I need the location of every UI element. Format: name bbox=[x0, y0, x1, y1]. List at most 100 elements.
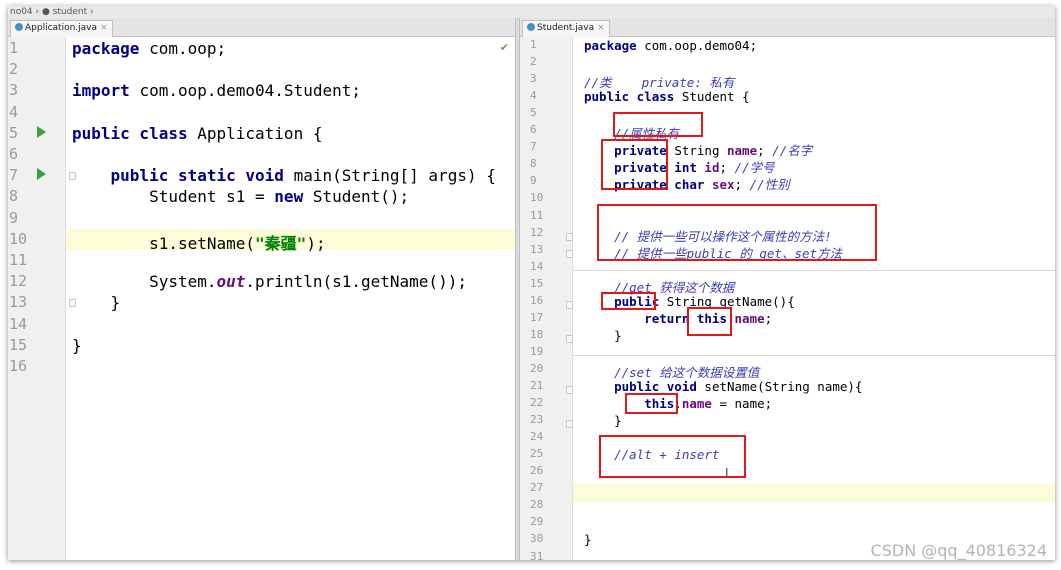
code-line[interactable]: public void setName(String name){ bbox=[584, 379, 862, 394]
fold-marker-icon[interactable] bbox=[566, 301, 573, 309]
line-number: 15 bbox=[9, 335, 28, 354]
code-token: import bbox=[72, 81, 140, 101]
code-token: setName(String name){ bbox=[704, 379, 863, 394]
line-number: 22 bbox=[530, 396, 544, 410]
method-separator bbox=[572, 355, 1055, 356]
code-token: com.oop.demo04; bbox=[644, 38, 758, 53]
line-number: 6 bbox=[530, 123, 537, 137]
line-number: 13 bbox=[9, 293, 28, 312]
line-number: 7 bbox=[530, 140, 537, 154]
fold-marker-icon[interactable] bbox=[566, 335, 573, 343]
code-token: public class bbox=[584, 89, 682, 105]
annotation-box-public-getter bbox=[601, 292, 656, 310]
line-number: 4 bbox=[9, 102, 19, 121]
breadcrumb[interactable]: no04 › ● student › bbox=[8, 6, 1055, 18]
line-number: 4 bbox=[530, 89, 537, 103]
code-line[interactable]: package com.oop; bbox=[72, 39, 226, 58]
annotation-box-methods-comment bbox=[597, 204, 877, 261]
line-number: 20 bbox=[530, 361, 544, 375]
code-token: } bbox=[584, 413, 622, 429]
line-number: 7 bbox=[9, 166, 19, 185]
code-token: package bbox=[72, 39, 150, 58]
line-number: 6 bbox=[9, 145, 19, 163]
code-token: //名字 bbox=[772, 143, 813, 159]
code-token: main(String[] args) { bbox=[293, 166, 496, 186]
code-line[interactable]: return this.name; bbox=[584, 311, 772, 326]
code-token: package bbox=[584, 38, 645, 53]
line-number: 11 bbox=[9, 251, 28, 269]
fold-marker-icon[interactable] bbox=[566, 233, 573, 241]
code-token: public static void bbox=[72, 166, 294, 186]
code-token: .println(s1.getName()); bbox=[245, 272, 467, 292]
code-line[interactable]: } bbox=[72, 336, 82, 355]
tab-label: Application.java bbox=[25, 23, 98, 33]
annotation-box-attributes-private bbox=[613, 112, 703, 137]
close-tab-icon[interactable]: × bbox=[100, 23, 108, 33]
code-token: com.oop.demo04.Student; bbox=[139, 81, 361, 101]
code-token: name bbox=[727, 143, 758, 159]
line-number: 12 bbox=[9, 272, 28, 291]
java-class-icon bbox=[15, 23, 23, 31]
line-number: 8 bbox=[530, 157, 537, 171]
code-line[interactable]: public class Application { bbox=[72, 124, 322, 143]
code-token: System. bbox=[72, 272, 217, 292]
fold-marker-icon[interactable] bbox=[566, 386, 573, 394]
code-token: ); bbox=[306, 233, 326, 253]
tab-application-java[interactable]: Application.java × bbox=[10, 20, 113, 37]
run-main-icon[interactable] bbox=[37, 168, 46, 180]
code-line[interactable]: public class Student { bbox=[584, 89, 750, 104]
code-token: Student(); bbox=[312, 187, 410, 207]
line-number: 24 bbox=[530, 430, 544, 444]
code-token: name bbox=[681, 396, 712, 412]
line-number: 18 bbox=[530, 327, 544, 341]
line-number: 29 bbox=[530, 515, 544, 529]
code-token: ; bbox=[719, 160, 735, 176]
code-line[interactable]: Student s1 = new Student(); bbox=[72, 187, 409, 206]
line-number: 21 bbox=[530, 379, 544, 392]
code-token: } bbox=[584, 327, 622, 343]
code-token: public void bbox=[584, 379, 705, 394]
line-number: 16 bbox=[530, 293, 544, 307]
code-line[interactable]: s1.setName("秦疆"); bbox=[72, 230, 326, 254]
line-number: 27 bbox=[530, 481, 544, 495]
fold-marker-icon[interactable] bbox=[566, 420, 573, 428]
code-token: sex bbox=[711, 177, 735, 193]
left-tab-bar: Application.java × bbox=[8, 18, 515, 37]
code-token: = name; bbox=[711, 396, 773, 412]
screenshot-frame: no04 › ● student › Application.java × Stu… bbox=[8, 6, 1055, 560]
line-number: 23 bbox=[530, 413, 544, 427]
code-line[interactable]: package com.oop.demo04; bbox=[584, 38, 757, 53]
tab-student-java[interactable]: Student.java × bbox=[522, 20, 610, 37]
code-token: Student { bbox=[681, 89, 750, 105]
code-token: Student s1 = bbox=[72, 187, 275, 207]
run-class-icon[interactable] bbox=[37, 126, 46, 138]
code-line[interactable]: this.name = name; bbox=[584, 396, 772, 411]
application-editor[interactable]: 1 2 3 4 5 6 7 8 9 10 11 12 13 14 15 16 package com.oop;… bbox=[8, 37, 515, 560]
line-number: 2 bbox=[9, 60, 19, 79]
line-number-gutter: 1 2 3 4 5 6 7 8 9 10 11 12 13 14 15 16 bbox=[8, 37, 66, 560]
code-token: ; bbox=[757, 143, 773, 159]
line-number: 10 bbox=[9, 229, 28, 248]
tab-label: Student.java bbox=[537, 23, 595, 33]
line-number: 3 bbox=[530, 72, 537, 86]
code-line[interactable]: public static void main(String[] args) { bbox=[72, 166, 496, 185]
code-line[interactable]: } bbox=[72, 293, 121, 312]
code-line[interactable]: } bbox=[584, 328, 622, 343]
line-number: 26 bbox=[530, 464, 544, 478]
line-number: 19 bbox=[530, 344, 544, 358]
breadcrumb-text: no04 › ● student › bbox=[10, 7, 94, 17]
fold-marker-icon[interactable] bbox=[566, 250, 573, 258]
code-line[interactable]: import com.oop.demo04.Student; bbox=[72, 81, 361, 100]
line-number: 9 bbox=[530, 174, 537, 188]
code-line[interactable]: } bbox=[584, 413, 622, 428]
code-token: //set 给这个数据设置值 bbox=[584, 364, 760, 380]
close-tab-icon[interactable]: × bbox=[597, 23, 605, 33]
code-line[interactable]: System.out.println(s1.getName()); bbox=[72, 272, 467, 291]
code-token: name bbox=[734, 310, 765, 326]
line-number: 14 bbox=[530, 259, 544, 273]
line-number: 1 bbox=[530, 38, 537, 51]
code-line[interactable]: } bbox=[584, 532, 592, 547]
line-number: 11 bbox=[530, 208, 544, 222]
current-line-highlight bbox=[572, 484, 1055, 502]
line-number: 9 bbox=[9, 208, 19, 227]
